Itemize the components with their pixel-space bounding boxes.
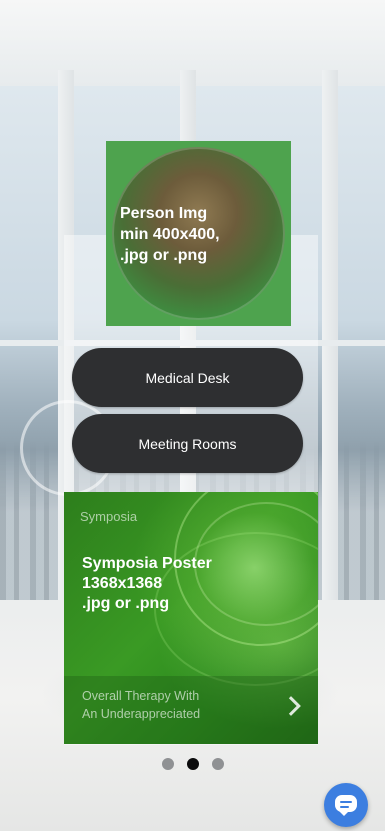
meeting-rooms-button[interactable]: Meeting Rooms — [72, 414, 303, 473]
pagination-dot-3[interactable] — [211, 758, 224, 770]
poster-category-label: Symposia — [80, 509, 138, 524]
pagination-dot-2-active[interactable] — [186, 758, 199, 770]
chat-bubble-line — [340, 806, 349, 808]
medical-desk-button[interactable]: Medical Desk — [72, 348, 303, 407]
chat-bubble-line — [340, 801, 352, 803]
symposia-poster-card[interactable]: Symposia Symposia Poster 1368x1368 .jpg … — [64, 492, 318, 744]
chat-button[interactable] — [324, 783, 368, 827]
poster-footer-text: Overall Therapy With An Underappreciated — [82, 689, 201, 721]
poster-footer-link[interactable]: Overall Therapy With An Underappreciated — [64, 676, 318, 744]
pagination-dot-1[interactable] — [161, 758, 174, 770]
background-window-frame — [322, 70, 338, 630]
chevron-right-icon — [281, 696, 301, 716]
medical-desk-button-label: Medical Desk — [145, 369, 230, 386]
chat-bubble-icon — [335, 795, 357, 816]
person-image-label: Person Img min 400x400, .jpg or .png — [120, 205, 220, 264]
meeting-rooms-button-label: Meeting Rooms — [138, 435, 237, 452]
poster-title: Symposia Poster 1368x1368 .jpg or .png — [82, 555, 212, 612]
person-image-placeholder: Person Img min 400x400, .jpg or .png — [106, 141, 291, 326]
pagination-dots — [0, 758, 385, 770]
